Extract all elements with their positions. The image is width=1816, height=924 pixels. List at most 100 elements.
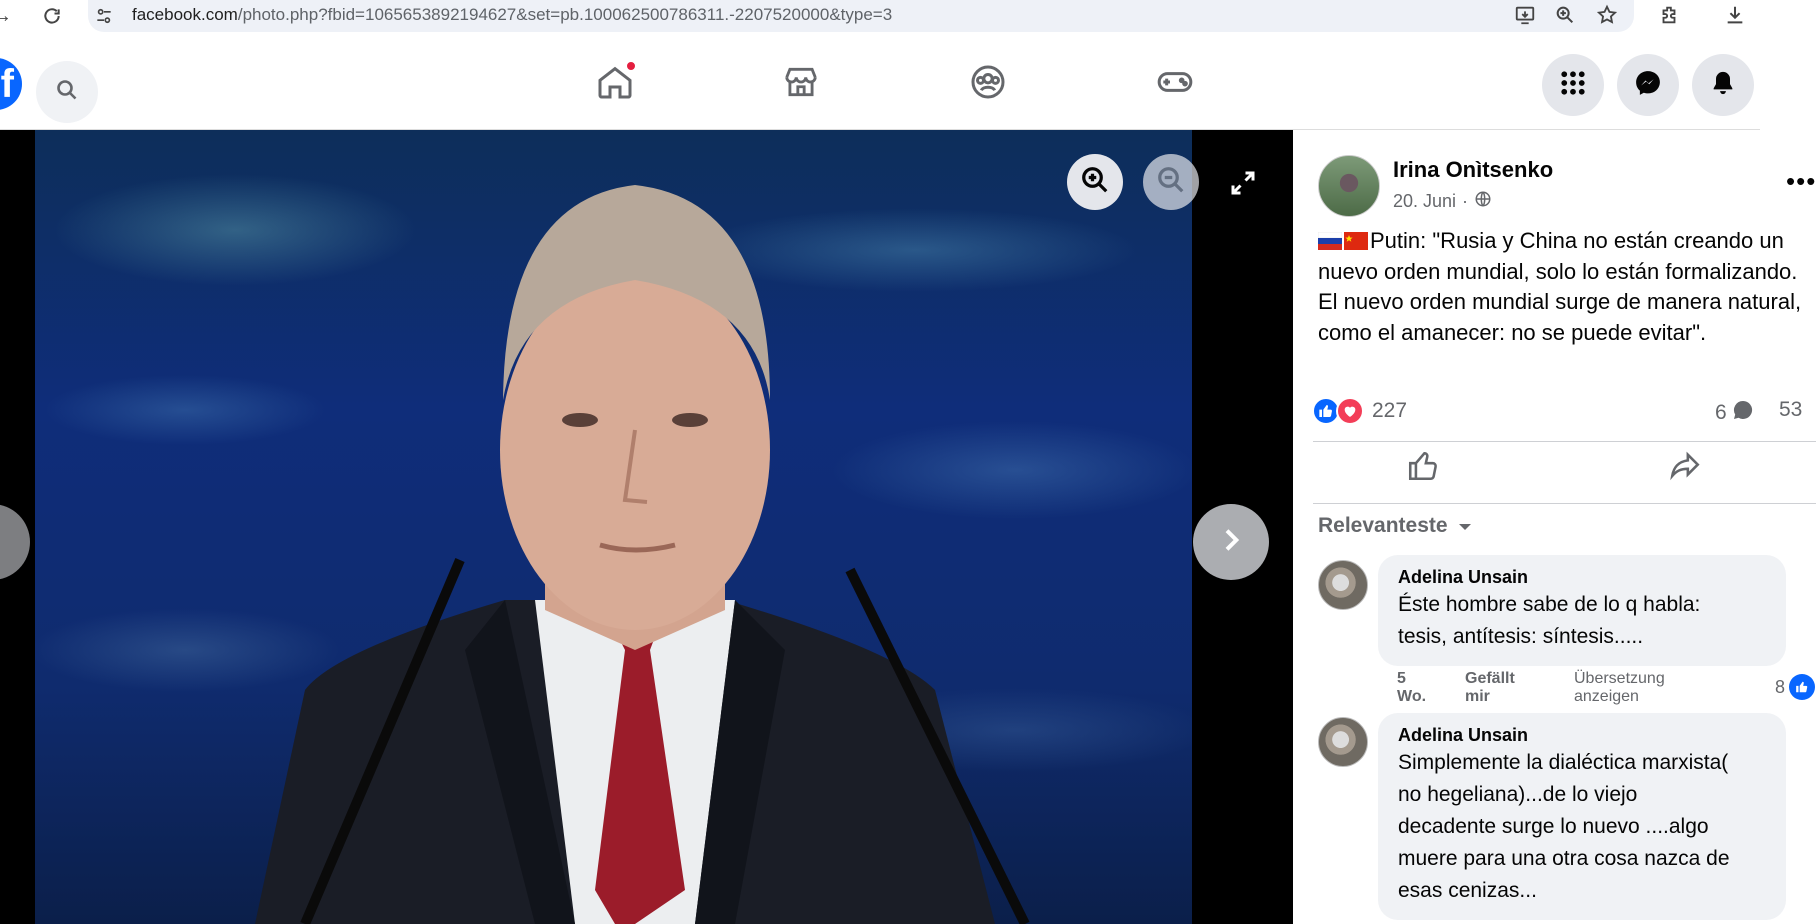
comment-text-line: esas cenizas... (1398, 879, 1537, 902)
chevron-left-icon (0, 525, 7, 560)
post-text-line-1: Putin: "Rusia y China no están creando u… (1370, 228, 1784, 253)
russia-flag-icon (1318, 232, 1342, 250)
translate-button[interactable]: Übersetzung anzeigen (1574, 670, 1665, 706)
search-button[interactable] (36, 61, 98, 123)
fullscreen-button[interactable] (1228, 168, 1260, 200)
post-options-button[interactable]: ••• (1786, 166, 1816, 197)
reactions-summary[interactable]: 227 (1312, 397, 1407, 425)
facebook-top-bar: f (0, 38, 1760, 130)
post-meta: 20. Juni · (1393, 190, 1492, 213)
post-text: Putin: "Rusia y China no están creando u… (1318, 226, 1816, 348)
menu-button[interactable] (1542, 54, 1604, 116)
downloads-icon[interactable] (1724, 4, 1748, 28)
like-reaction-icon (1789, 674, 1816, 700)
share-count-link[interactable]: 53 (1779, 398, 1802, 422)
groups-icon (968, 62, 1008, 107)
zoom-icon[interactable] (1554, 4, 1578, 28)
divider (1313, 441, 1816, 442)
comment-text-line: Éste hombre sabe de lo q habla: (1398, 593, 1701, 616)
reaction-count: 227 (1372, 399, 1408, 422)
post-text-line-2: nuevo orden mundial, solo lo están forma… (1318, 258, 1798, 284)
install-app-icon[interactable] (1514, 4, 1538, 28)
comment-like-button[interactable]: Gefällt mir (1465, 670, 1515, 706)
back-icon[interactable]: → (0, 4, 14, 28)
zoom-in-button[interactable] (1067, 154, 1123, 210)
search-icon (55, 78, 79, 107)
comment-bubble: Adelina Unsain Éste hombre sabe de lo q … (1378, 555, 1786, 666)
post-text-line: Putin: "Rusia y China no están creando u… (1318, 226, 1816, 257)
comment-count: 6 (1715, 401, 1727, 424)
previous-photo-button[interactable] (0, 504, 30, 580)
url-host: facebook.com (132, 5, 238, 24)
nav-gaming[interactable] (1151, 60, 1199, 108)
photo-viewer (0, 130, 1293, 924)
commenter-avatar[interactable] (1318, 560, 1368, 610)
comment-text-line: tesis, antítesis: síntesis..... (1398, 625, 1644, 648)
nav-groups[interactable] (964, 60, 1012, 108)
url-path: /photo.php?fbid=1065653892194627&set=pb.… (237, 5, 893, 24)
comment-bubble: Adelina Unsain Simplemente la dialéctica… (1378, 713, 1786, 920)
globe-icon (1474, 190, 1492, 213)
browser-chrome: → facebook.com/photo.php?fbid=1065653892… (0, 0, 1816, 38)
commenter-avatar[interactable] (1318, 717, 1368, 767)
like-button[interactable] (1403, 448, 1443, 488)
bookmark-star-icon[interactable] (1596, 4, 1620, 28)
address-bar[interactable]: facebook.com/photo.php?fbid=106565389219… (88, 0, 1634, 32)
notifications-button[interactable] (1692, 54, 1754, 116)
grid-menu-icon (1558, 68, 1588, 103)
comment-text-line: Simplemente la dialéctica marxista( (1398, 751, 1729, 774)
site-settings-icon[interactable] (94, 6, 114, 26)
comment-text-line: muere para una otra cosa nazca de (1398, 847, 1730, 870)
comment-time-line1: 5 (1397, 670, 1406, 687)
author-avatar[interactable] (1318, 155, 1380, 217)
translate-line2: anzeigen (1574, 688, 1639, 705)
divider (1313, 503, 1816, 504)
notification-dot (625, 60, 637, 72)
translate-line1: Übersetzung (1574, 670, 1665, 687)
comment-text-line: no hegeliana)...de lo viejo (1398, 783, 1638, 806)
post-details-panel: Irina Onìtsenko 20. Juni · ••• Putin: "R… (1293, 130, 1816, 924)
meta-separator: · (1462, 191, 1469, 211)
comment-like-line2: mir (1465, 688, 1490, 705)
comment-bubble-icon (1731, 398, 1755, 428)
nav-marketplace[interactable] (777, 60, 825, 108)
comment-like-line1: Gefällt (1465, 670, 1515, 687)
thumbs-up-icon (1406, 449, 1440, 488)
share-button[interactable] (1665, 448, 1705, 488)
china-flag-icon (1344, 232, 1368, 250)
caret-down-icon (1458, 514, 1472, 538)
zoom-in-icon (1080, 165, 1110, 200)
bell-icon (1709, 69, 1737, 102)
messenger-button[interactable] (1617, 54, 1679, 116)
post-text-line-3: El nuevo orden mundial surge de manera n… (1318, 289, 1802, 314)
expand-icon (1228, 171, 1258, 202)
comment-like-count[interactable]: 8 (1775, 674, 1816, 700)
zoom-out-icon (1156, 165, 1186, 200)
next-photo-button[interactable] (1193, 504, 1269, 580)
zoom-out-button[interactable] (1143, 154, 1199, 210)
post-date[interactable]: 20. Juni (1393, 191, 1456, 212)
comment-text-line: decadente surge lo nuevo ....algo (1398, 815, 1709, 838)
comment-like-number: 8 (1775, 676, 1786, 697)
facebook-logo[interactable]: f (0, 58, 22, 110)
share-count: 53 (1779, 398, 1803, 421)
reload-icon[interactable] (40, 4, 64, 28)
comment-time-line2: Wo. (1397, 688, 1427, 705)
messenger-icon (1633, 68, 1663, 103)
marketplace-icon (782, 63, 820, 106)
author-name[interactable]: Irina Onìtsenko (1393, 157, 1553, 183)
chevron-right-icon (1215, 524, 1247, 561)
share-arrow-icon (1668, 449, 1702, 488)
comment-sort-dropdown[interactable]: Relevanteste (1318, 514, 1472, 538)
extensions-icon[interactable] (1658, 4, 1682, 28)
comment-sort-label: Relevanteste (1318, 514, 1448, 537)
love-reaction-icon (1336, 397, 1364, 425)
nav-home[interactable] (591, 60, 639, 108)
commenter-name[interactable]: Adelina Unsain (1398, 567, 1766, 588)
url-text[interactable]: facebook.com/photo.php?fbid=106565389219… (132, 5, 892, 25)
comment-time[interactable]: 5 Wo. (1397, 670, 1426, 706)
comment-count-link[interactable]: 6 (1715, 398, 1755, 428)
gaming-icon (1155, 62, 1195, 107)
commenter-name[interactable]: Adelina Unsain (1398, 725, 1766, 746)
post-photo[interactable] (35, 130, 1192, 924)
